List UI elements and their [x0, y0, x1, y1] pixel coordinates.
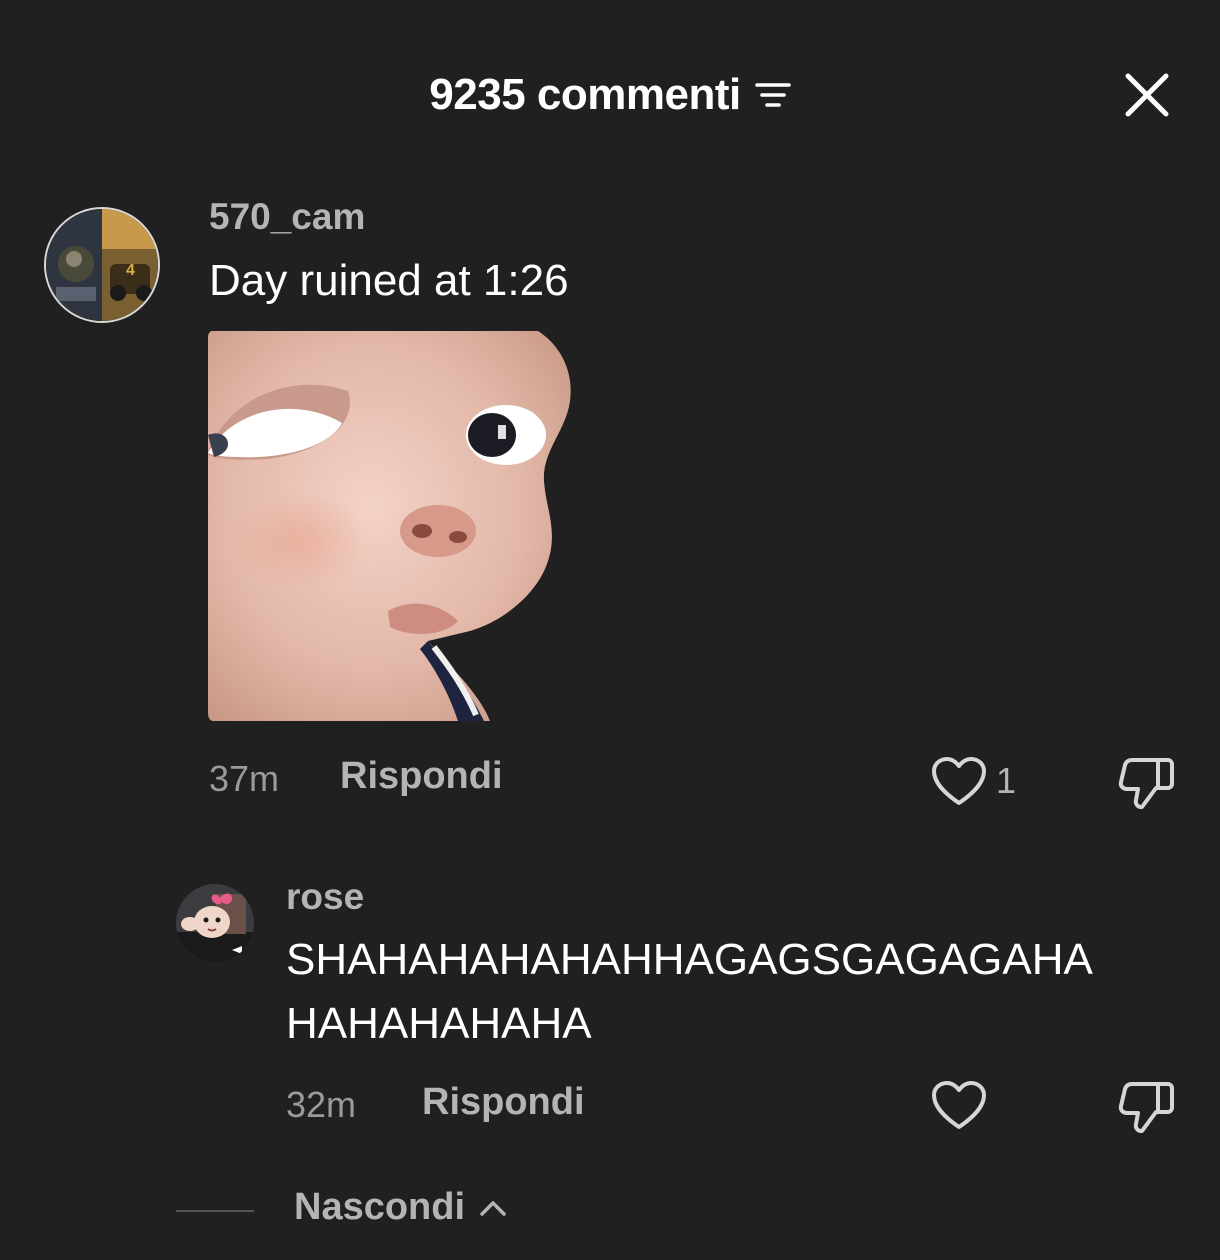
- comment-text-line-1: SHAHAHAHAHAHHAGAGSGAGAGAHA: [286, 935, 1093, 984]
- comment-time: 32m: [286, 1084, 357, 1125]
- comment-username[interactable]: rose: [286, 876, 364, 918]
- hide-replies-button[interactable]: Nascondi: [294, 1186, 507, 1229]
- comments-header: 9235 commenti: [0, 60, 1220, 130]
- comment-time: 37m: [209, 758, 280, 799]
- dislike-button[interactable]: [1118, 1078, 1176, 1134]
- like-button[interactable]: [930, 1080, 988, 1132]
- comments-count-title: 9235 commenti: [429, 70, 741, 119]
- comment-text-line-2: HAHAHAHAHA: [286, 999, 592, 1048]
- hide-replies-label: Nascondi: [294, 1186, 466, 1228]
- close-button[interactable]: [1122, 70, 1172, 120]
- comment-text: Day ruined at 1:26: [209, 256, 569, 305]
- hide-replies-row: Nascondi: [176, 1186, 576, 1236]
- sort-lines-icon[interactable]: [754, 80, 791, 110]
- header-title-wrap: 9235 commenti: [0, 60, 1220, 130]
- heart-icon: [932, 757, 986, 805]
- close-x-icon: [1125, 73, 1169, 117]
- reply-button[interactable]: Rispondi: [340, 755, 503, 798]
- thumbs-down-icon: [1118, 1082, 1174, 1133]
- heart-icon: [932, 1081, 986, 1129]
- reply-button[interactable]: Rispondi: [422, 1081, 585, 1124]
- like-button[interactable]: [930, 756, 988, 808]
- divider-line: [176, 1210, 254, 1212]
- chevron-up-icon: [480, 1200, 506, 1216]
- dislike-button[interactable]: [1118, 754, 1176, 810]
- baby-face-sticker: [208, 331, 572, 721]
- thumbs-down-icon: [1118, 758, 1174, 809]
- comment-username[interactable]: 570_cam: [209, 196, 365, 238]
- avatar-570-cam[interactable]: 4: [44, 207, 160, 323]
- avatar-rose[interactable]: [176, 884, 254, 962]
- like-count: 1: [996, 760, 1017, 801]
- svg-text:4: 4: [126, 262, 135, 279]
